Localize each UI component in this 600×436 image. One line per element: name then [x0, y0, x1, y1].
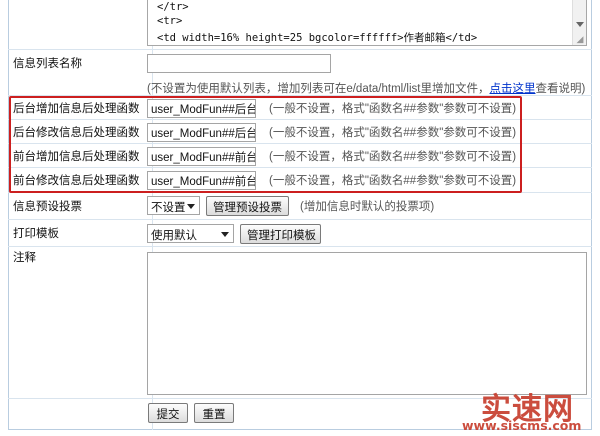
print-template-select[interactable]: 使用默认 — [147, 224, 234, 243]
code-line: </tr> — [157, 1, 189, 13]
chevron-down-icon — [221, 232, 229, 237]
manage-print-template-button[interactable]: 管理打印模板 — [240, 224, 321, 244]
template-code-textarea[interactable]: </tr> <tr> <td width=16% height=25 bgcol… — [147, 0, 587, 46]
highlight-box — [9, 96, 522, 193]
code-line: <tr> — [157, 15, 183, 27]
watermark-url: www.siscms.com — [462, 418, 582, 433]
list-name-input[interactable] — [147, 54, 331, 73]
remark-label: 注释 — [13, 252, 36, 264]
list-name-label: 信息列表名称 — [13, 58, 82, 70]
print-template-label: 打印模板 — [13, 228, 59, 240]
remark-textarea[interactable] — [147, 252, 587, 395]
reset-button[interactable]: 重置 — [194, 403, 234, 423]
scroll-down-arrow-icon[interactable] — [576, 22, 584, 27]
vertical-scrollbar[interactable]: ◢ — [572, 0, 586, 45]
vote-note: (增加信息时默认的投票项) — [300, 201, 435, 213]
resize-grip-icon[interactable]: ◢ — [575, 34, 585, 44]
vote-label: 信息预设投票 — [13, 201, 82, 213]
vote-select[interactable]: 不设置 — [147, 196, 200, 215]
help-link[interactable]: 点击这里 — [489, 83, 535, 95]
submit-button[interactable]: 提交 — [148, 403, 188, 423]
chevron-down-icon — [187, 204, 195, 209]
code-line: <td width=16% height=25 bgcolor=ffffff>作… — [157, 32, 478, 44]
vote-row: 信息预设投票 (增加信息时默认的投票项) — [8, 193, 592, 220]
list-name-hint: (不设置为使用默认列表，增加列表可在e/data/html/list里增加文件，… — [147, 83, 586, 95]
manage-vote-button[interactable]: 管理预设投票 — [206, 196, 289, 216]
